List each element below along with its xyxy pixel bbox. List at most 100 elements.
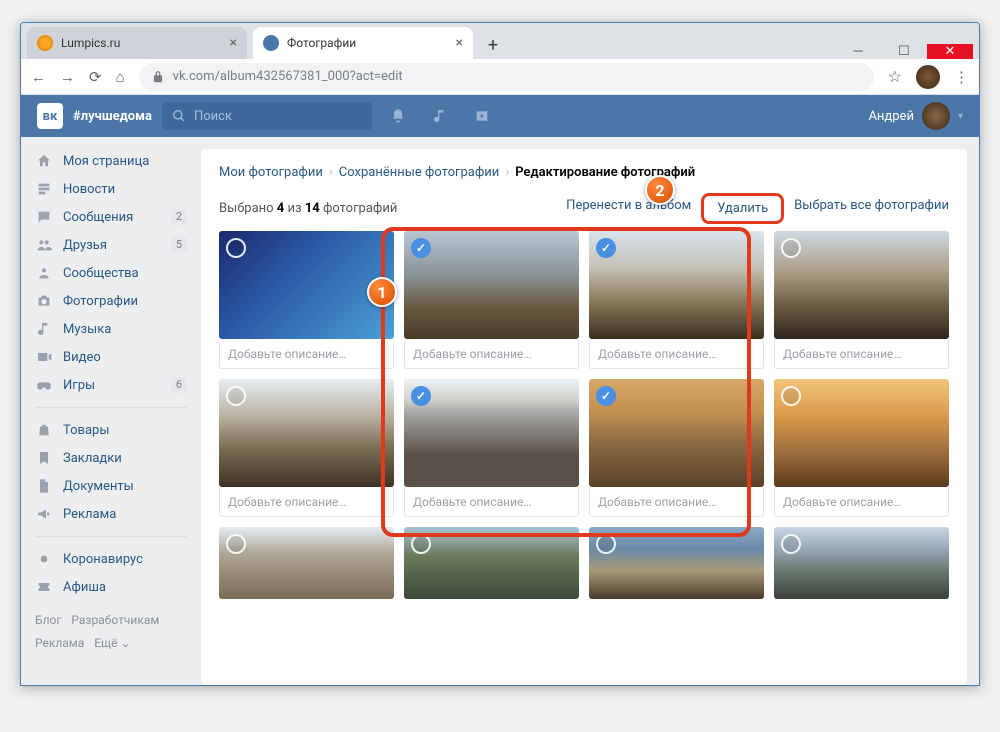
close-icon[interactable]: × (456, 35, 463, 51)
back-button[interactable]: ← (31, 68, 46, 86)
browser-tabstrip: Lumpics.ru × Фотографии × + ─ ☐ ✕ (21, 23, 979, 59)
sidebar-item-friends[interactable]: Друзья5 (21, 231, 201, 259)
user-menu[interactable]: Андрей ▾ (868, 102, 963, 130)
ticket-icon (35, 578, 53, 596)
menu-label: Фотографии (63, 294, 138, 309)
sidebar-item-bookmarks[interactable]: Закладки (21, 444, 201, 472)
notifications-icon[interactable] (382, 100, 414, 132)
checkbox[interactable] (781, 386, 801, 406)
photo-card[interactable]: Добавьте описание… (589, 231, 764, 369)
music-icon (35, 320, 53, 338)
sidebar-item-market[interactable]: Товары (21, 416, 201, 444)
photo-card[interactable] (404, 527, 579, 599)
checkbox[interactable] (781, 534, 801, 554)
footer-link[interactable]: Блог (35, 613, 61, 627)
move-to-album-link[interactable]: Перенести в альбом (566, 198, 691, 219)
doc-icon (35, 477, 53, 495)
music-icon[interactable] (424, 100, 456, 132)
sidebar-item-games[interactable]: Игры 6 (21, 371, 201, 399)
username: Андрей (868, 109, 914, 124)
photo-card[interactable] (219, 527, 394, 599)
games-icon (35, 376, 53, 394)
caption-input[interactable]: Добавьте описание… (219, 487, 394, 517)
bookmark-button[interactable]: ☆ (888, 67, 902, 86)
delete-link[interactable]: Удалить (709, 198, 776, 219)
sidebar-item-photos[interactable]: Фотографии (21, 287, 201, 315)
caption-input[interactable]: Добавьте описание… (404, 339, 579, 369)
photo-card[interactable] (589, 527, 764, 599)
footer-link[interactable]: Реклама (35, 636, 84, 650)
checkbox[interactable] (226, 386, 246, 406)
hashtag-label[interactable]: #лучшедома (73, 109, 152, 124)
menu-label: Сообщества (63, 266, 139, 281)
breadcrumb-link[interactable]: Мои фотографии (219, 165, 323, 180)
profile-button[interactable] (916, 65, 940, 89)
browser-tab-active[interactable]: Фотографии × (253, 27, 473, 59)
search-input[interactable]: Поиск (162, 102, 372, 130)
footer-link[interactable]: Ещё ⌄ (94, 636, 130, 650)
caption-input[interactable]: Добавьте описание… (219, 339, 394, 369)
checkbox[interactable] (411, 534, 431, 554)
sidebar-item-messages[interactable]: Сообщения2 (21, 203, 201, 231)
checkbox-checked[interactable] (411, 386, 431, 406)
sidebar-item-news[interactable]: Новости (21, 175, 201, 203)
menu-label: Игры (63, 378, 95, 393)
close-window-button[interactable]: ✕ (927, 44, 973, 59)
vk-logo[interactable]: вк (37, 103, 63, 129)
sidebar-item-video[interactable]: Видео (21, 343, 201, 371)
bookmark-icon (35, 449, 53, 467)
caption-input[interactable]: Добавьте описание… (774, 339, 949, 369)
caption-input[interactable]: Добавьте описание… (589, 487, 764, 517)
checkbox-checked[interactable] (596, 238, 616, 258)
sidebar-item-music[interactable]: Музыка (21, 315, 201, 343)
new-tab-button[interactable]: + (479, 31, 507, 59)
minimize-button[interactable]: ─ (835, 43, 881, 59)
photo-toolbar: Выбрано 4 из 14 фотографий Перенести в а… (219, 198, 949, 219)
breadcrumb-link[interactable]: Сохранённые фотографии (339, 165, 500, 180)
forward-button[interactable]: → (60, 68, 75, 86)
select-all-link[interactable]: Выбрать все фотографии (794, 198, 949, 219)
group-icon (35, 264, 53, 282)
browser-tab[interactable]: Lumpics.ru × (27, 27, 247, 59)
menu-label: Реклама (63, 507, 116, 522)
checkbox-checked[interactable] (411, 238, 431, 258)
badge: 6 (171, 377, 187, 393)
photo-card[interactable]: Добавьте описание… (589, 379, 764, 517)
news-icon (35, 180, 53, 198)
avatar (922, 102, 950, 130)
sidebar-item-profile[interactable]: Моя страница (21, 147, 201, 175)
caption-input[interactable]: Добавьте описание… (589, 339, 764, 369)
reload-button[interactable]: ⟳ (89, 68, 102, 86)
sidebar-item-communities[interactable]: Сообщества (21, 259, 201, 287)
footer-link[interactable]: Разработчикам (71, 613, 159, 627)
photo-card[interactable] (774, 527, 949, 599)
address-bar: ← → ⟳ ⌂ vk.com/album432567381_000?act=ed… (21, 59, 979, 95)
photo-card[interactable]: Добавьте описание… (404, 379, 579, 517)
checkbox[interactable] (226, 238, 246, 258)
photo-card[interactable]: Добавьте описание… (404, 231, 579, 369)
caption-input[interactable]: Добавьте описание… (404, 487, 579, 517)
checkbox[interactable] (596, 534, 616, 554)
photo-card[interactable]: Добавьте описание… (774, 231, 949, 369)
photo-card[interactable]: Добавьте описание… (219, 379, 394, 517)
photo-card[interactable]: Добавьте описание… (219, 231, 394, 369)
photo-card[interactable]: Добавьте описание… (774, 379, 949, 517)
caption-input[interactable]: Добавьте описание… (774, 487, 949, 517)
sidebar-item-afisha[interactable]: Афиша (21, 573, 201, 601)
favicon-icon (263, 35, 279, 51)
sidebar-item-ads[interactable]: Реклама (21, 500, 201, 528)
checkbox[interactable] (226, 534, 246, 554)
sidebar-item-covid[interactable]: Коронавирус (21, 545, 201, 573)
sidebar-item-docs[interactable]: Документы (21, 472, 201, 500)
search-placeholder: Поиск (194, 109, 232, 124)
video-icon[interactable] (466, 100, 498, 132)
maximize-button[interactable]: ☐ (881, 44, 927, 59)
menu-label: Документы (63, 479, 134, 494)
checkbox-checked[interactable] (596, 386, 616, 406)
checkbox[interactable] (781, 238, 801, 258)
home-button[interactable]: ⌂ (116, 68, 125, 86)
close-icon[interactable]: × (230, 35, 237, 51)
menu-button[interactable]: ⋮ (954, 68, 969, 86)
url-input[interactable]: vk.com/album432567381_000?act=edit (139, 63, 874, 91)
annotation-marker-1: 1 (367, 277, 397, 307)
